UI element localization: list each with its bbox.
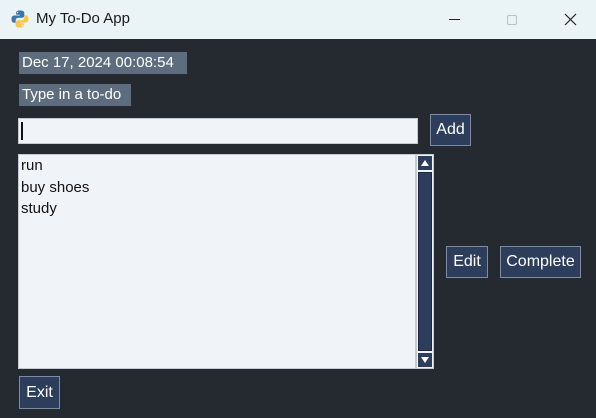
window-title: My To-Do App: [36, 10, 130, 27]
complete-button[interactable]: Complete: [500, 246, 581, 278]
maximize-icon: [507, 14, 517, 25]
title-bar[interactable]: My To-Do App: [0, 0, 596, 39]
list-item[interactable]: buy shoes: [19, 177, 415, 199]
maximize-button[interactable]: [489, 0, 535, 39]
list-item[interactable]: run: [19, 155, 415, 177]
edit-button[interactable]: Edit: [446, 246, 488, 278]
close-icon: [564, 13, 576, 26]
triangle-up-icon: [421, 160, 429, 166]
python-icon: [10, 9, 30, 29]
text-cursor: [21, 122, 23, 140]
scroll-down-button[interactable]: [418, 353, 432, 367]
todo-prompt-label: Type in a to-do: [19, 84, 131, 106]
add-button[interactable]: Add: [430, 114, 471, 146]
minimize-icon: [448, 19, 460, 20]
close-button[interactable]: [547, 0, 593, 39]
minimize-button[interactable]: [431, 0, 477, 39]
datetime-label: Dec 17, 2024 00:08:54: [19, 52, 187, 74]
triangle-down-icon: [421, 357, 429, 363]
exit-button[interactable]: Exit: [19, 376, 60, 409]
list-item[interactable]: study: [19, 198, 415, 220]
scroll-up-button[interactable]: [418, 156, 432, 170]
todo-input[interactable]: [18, 118, 418, 144]
todo-list-scrollbar[interactable]: [416, 154, 434, 369]
todo-list[interactable]: run buy shoes study: [18, 154, 416, 369]
scrollbar-thumb[interactable]: [418, 172, 432, 351]
